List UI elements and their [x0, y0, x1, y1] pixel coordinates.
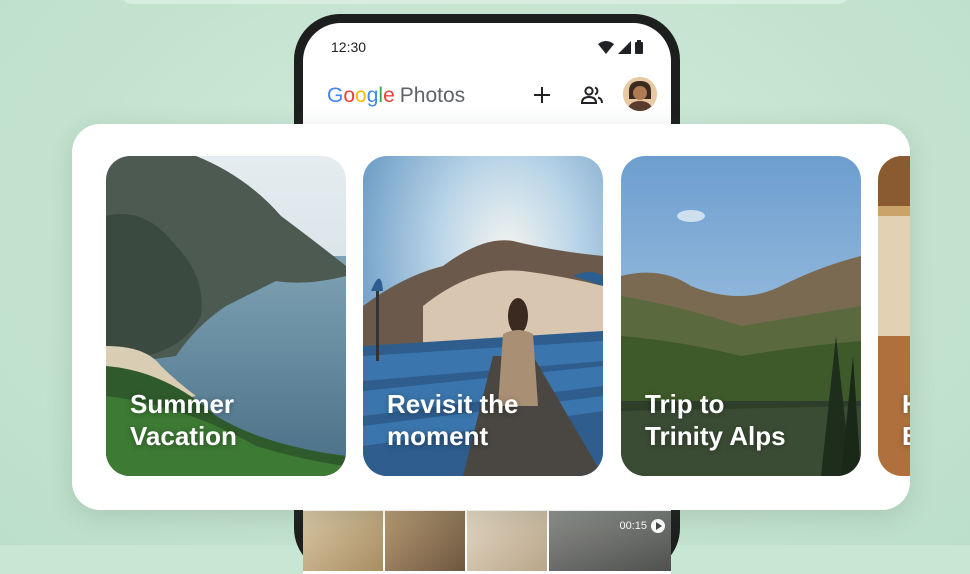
photo-thumbnail[interactable]	[385, 511, 465, 571]
photos-wordmark: Photos	[399, 84, 466, 107]
memory-card-trip-to-trinity-alps[interactable]: Trip to Trinity Alps	[621, 156, 861, 476]
memory-title: Summer Vacation	[130, 389, 237, 451]
play-icon	[651, 519, 665, 533]
google-photos-logo: Google Photos	[327, 84, 465, 108]
profile-avatar[interactable]	[623, 77, 657, 111]
photo-thumbnail[interactable]	[467, 511, 547, 571]
video-duration: 00:15	[619, 520, 647, 532]
memories-carousel: Summer Vacation Revisit the moment Trip …	[72, 124, 910, 510]
background-ghost-card	[120, 0, 850, 4]
google-letter: o	[355, 84, 367, 107]
signal-icon	[618, 40, 631, 54]
memory-title: Revisit the moment	[387, 389, 519, 451]
status-icons	[598, 40, 643, 54]
memory-card-summer-vacation[interactable]: Summer Vacation	[106, 156, 346, 476]
photo-thumbnail[interactable]	[303, 511, 383, 571]
battery-icon	[635, 40, 643, 54]
wifi-icon	[598, 40, 614, 54]
google-wordmark: Google	[327, 84, 395, 108]
photo-grid-peek: 00:15	[303, 511, 671, 571]
memory-card-revisit-the-moment[interactable]: Revisit the moment	[363, 156, 603, 476]
memory-title: Trip to Trinity Alps	[645, 389, 786, 451]
app-bar: Google Photos	[327, 77, 657, 118]
google-letter: G	[327, 84, 344, 107]
video-thumbnail[interactable]: 00:15	[549, 511, 671, 571]
memory-card-partial[interactable]: H B	[878, 156, 910, 476]
add-button[interactable]	[527, 80, 557, 110]
people-icon	[580, 86, 603, 104]
plus-icon	[534, 87, 550, 103]
google-letter: o	[343, 84, 356, 107]
status-bar: 12:30	[331, 39, 643, 59]
avatar-icon	[623, 77, 657, 111]
google-letter: g	[366, 84, 379, 107]
video-duration-badge: 00:15	[619, 519, 665, 533]
google-letter: e	[383, 84, 395, 107]
sharing-button[interactable]	[575, 80, 609, 110]
status-time: 12:30	[331, 39, 367, 55]
memory-title: H B	[902, 388, 910, 452]
